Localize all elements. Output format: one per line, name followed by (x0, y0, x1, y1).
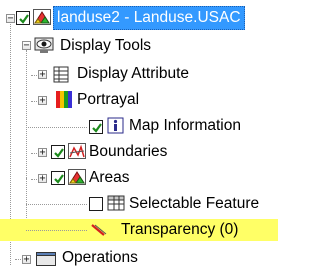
areas-icon (68, 169, 86, 185)
display-attribute-label[interactable]: Display Attribute (77, 64, 189, 84)
layer-visibility-checkbox[interactable] (16, 11, 30, 25)
areas-label[interactable]: Areas (89, 168, 130, 188)
expand-areas-icon[interactable]: + (38, 174, 47, 184)
expand-operations-icon[interactable]: + (22, 255, 31, 265)
color-bars-icon (56, 91, 74, 108)
collapse-layer-icon[interactable]: − (6, 14, 15, 24)
polygon-layer-icon (33, 9, 51, 25)
operations-label[interactable]: Operations (62, 248, 138, 268)
boundaries-checkbox[interactable] (51, 145, 65, 159)
boundaries-icon (68, 143, 86, 159)
areas-checkbox[interactable] (51, 171, 65, 185)
collapse-display-tools-icon[interactable]: − (22, 41, 31, 51)
display-tools-icon (34, 37, 54, 53)
map-information-label[interactable]: Map Information (129, 116, 241, 136)
selectable-features-checkbox[interactable] (89, 197, 103, 211)
display-tools-label[interactable]: Display Tools (60, 36, 151, 56)
expand-display-attribute-icon[interactable]: + (38, 70, 47, 80)
portrayal-label[interactable]: Portrayal (77, 90, 139, 110)
table-icon (53, 66, 71, 83)
operations-icon (36, 252, 56, 268)
info-icon (107, 117, 125, 134)
transparency-icon (90, 222, 108, 238)
map-information-checkbox[interactable] (89, 120, 103, 134)
expand-boundaries-icon[interactable]: + (38, 148, 47, 158)
expand-portrayal-icon[interactable]: + (38, 96, 47, 106)
selectable-features-label[interactable]: Selectable Feature (129, 194, 259, 214)
layer-label[interactable]: landuse2 - Landuse.USAC (53, 6, 245, 30)
transparency-label[interactable]: Transparency (0) (121, 220, 238, 240)
selectable-table-icon (107, 195, 125, 211)
boundaries-label[interactable]: Boundaries (89, 142, 167, 162)
